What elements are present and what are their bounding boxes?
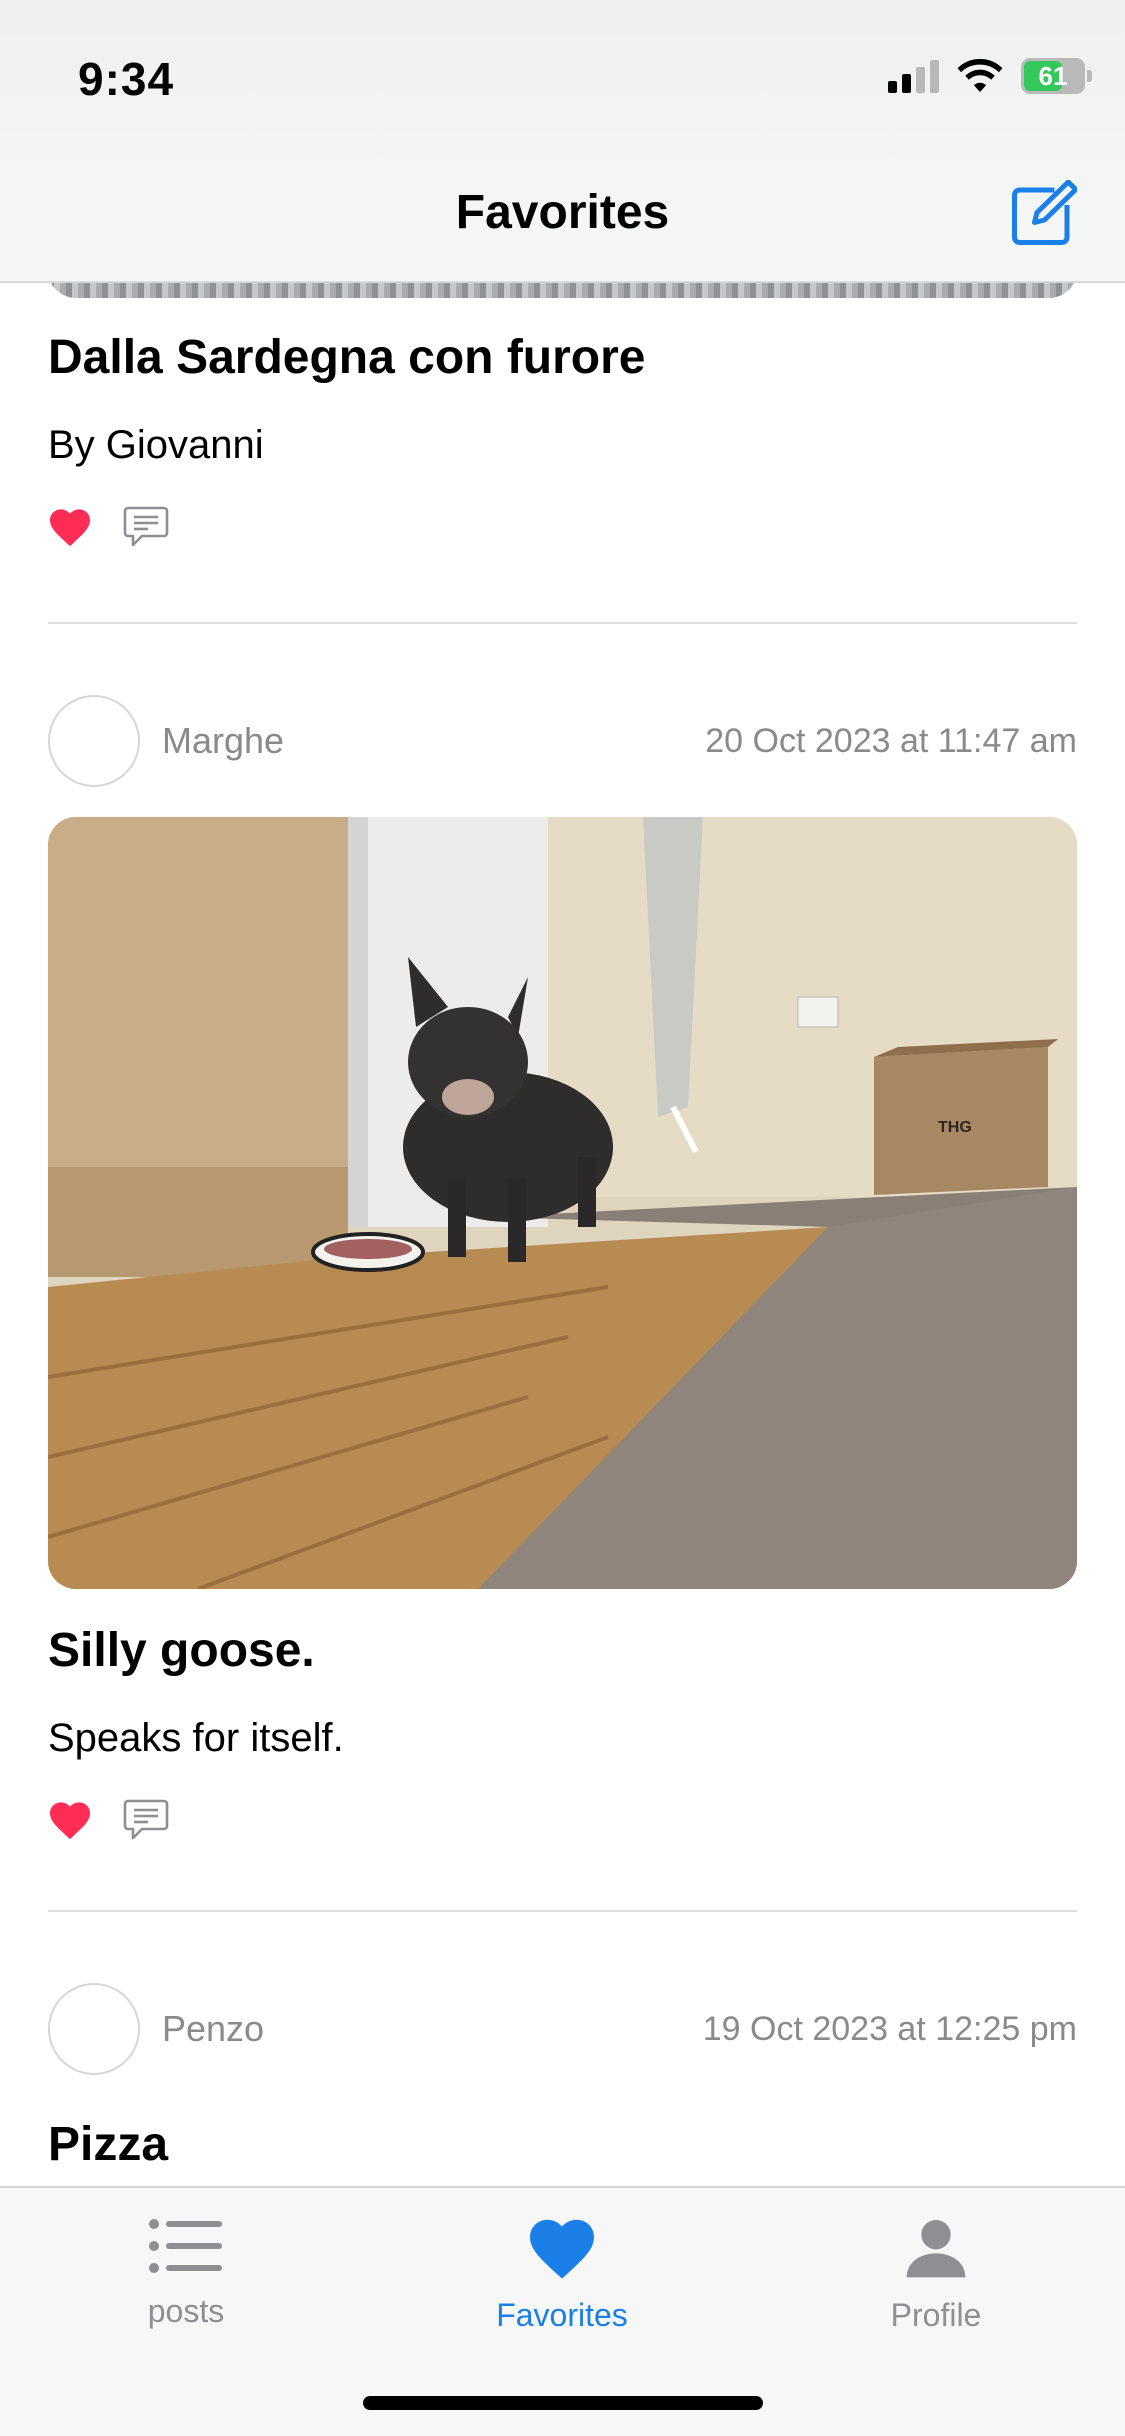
heart-filled-icon [50, 1802, 90, 1840]
post-divider [48, 1910, 1077, 1912]
person-icon [906, 2220, 966, 2278]
tab-label: Favorites [496, 2297, 628, 2333]
list-icon [149, 2219, 222, 2273]
tab-label: Profile [890, 2297, 982, 2333]
status-time: 9:34 [78, 53, 175, 105]
tab-profile[interactable]: Profile [786, 2216, 1086, 2334]
status-icons: 61 [888, 58, 1092, 94]
comment-icon [123, 1799, 169, 1840]
heart-icon [530, 2219, 594, 2279]
wifi-icon [957, 59, 1003, 93]
tab-favorites[interactable]: Favorites [412, 2216, 712, 2334]
post-body: By Giovanni [48, 423, 264, 467]
compose-icon [1012, 179, 1079, 245]
post-title: Dalla Sardegna con furore [48, 331, 646, 384]
battery-icon: 61 [1021, 58, 1092, 94]
comment-icon [123, 506, 169, 547]
post-actions [48, 1797, 1077, 1843]
avatar[interactable] [48, 1983, 140, 2075]
comment-button[interactable] [122, 504, 170, 550]
post-actions [48, 504, 1077, 550]
home-indicator[interactable] [363, 2396, 763, 2410]
post-title: Pizza [48, 2118, 169, 2171]
post-body: Speaks for itself. [48, 1716, 344, 1760]
post-header: Penzo 19 Oct 2023 at 12:25 pm [48, 1983, 1077, 2075]
like-button[interactable] [48, 1800, 92, 1840]
compose-button[interactable] [1007, 179, 1079, 250]
post-card: Penzo 19 Oct 2023 at 12:25 pm Pizza [48, 1983, 1077, 2172]
post-photo[interactable]: THG [48, 817, 1077, 1589]
post-timestamp: 19 Oct 2023 at 12:25 pm [702, 2009, 1077, 2048]
like-button[interactable] [48, 507, 92, 547]
page-title: Favorites [455, 186, 670, 239]
post-title: Silly goose. [48, 1624, 315, 1677]
navigation-bar: 9:34 61 Favorites [0, 0, 1125, 283]
box-label: THG [938, 1119, 972, 1136]
cellular-signal-icon [888, 59, 939, 93]
avatar[interactable] [48, 695, 140, 787]
tab-label: posts [147, 2293, 225, 2329]
author-name[interactable]: Penzo [162, 2008, 264, 2050]
screen: Dalla Sardegna con furore By Giovanni Ma… [0, 0, 1125, 2436]
battery-percent: 61 [1038, 60, 1068, 91]
post-header: Marghe 20 Oct 2023 at 11:47 am [48, 695, 1077, 787]
post-card: Dalla Sardegna con furore By Giovanni [48, 330, 1077, 550]
tab-posts[interactable]: posts [36, 2216, 336, 2330]
post-card: Marghe 20 Oct 2023 at 11:47 am THG Silly… [48, 695, 1077, 1843]
dog-photo-illustration: THG [48, 817, 1077, 1589]
post-divider [48, 622, 1077, 624]
post-timestamp: 20 Oct 2023 at 11:47 am [705, 721, 1077, 760]
heart-filled-icon [50, 509, 90, 547]
comment-button[interactable] [122, 1797, 170, 1843]
author-name[interactable]: Marghe [162, 720, 284, 762]
